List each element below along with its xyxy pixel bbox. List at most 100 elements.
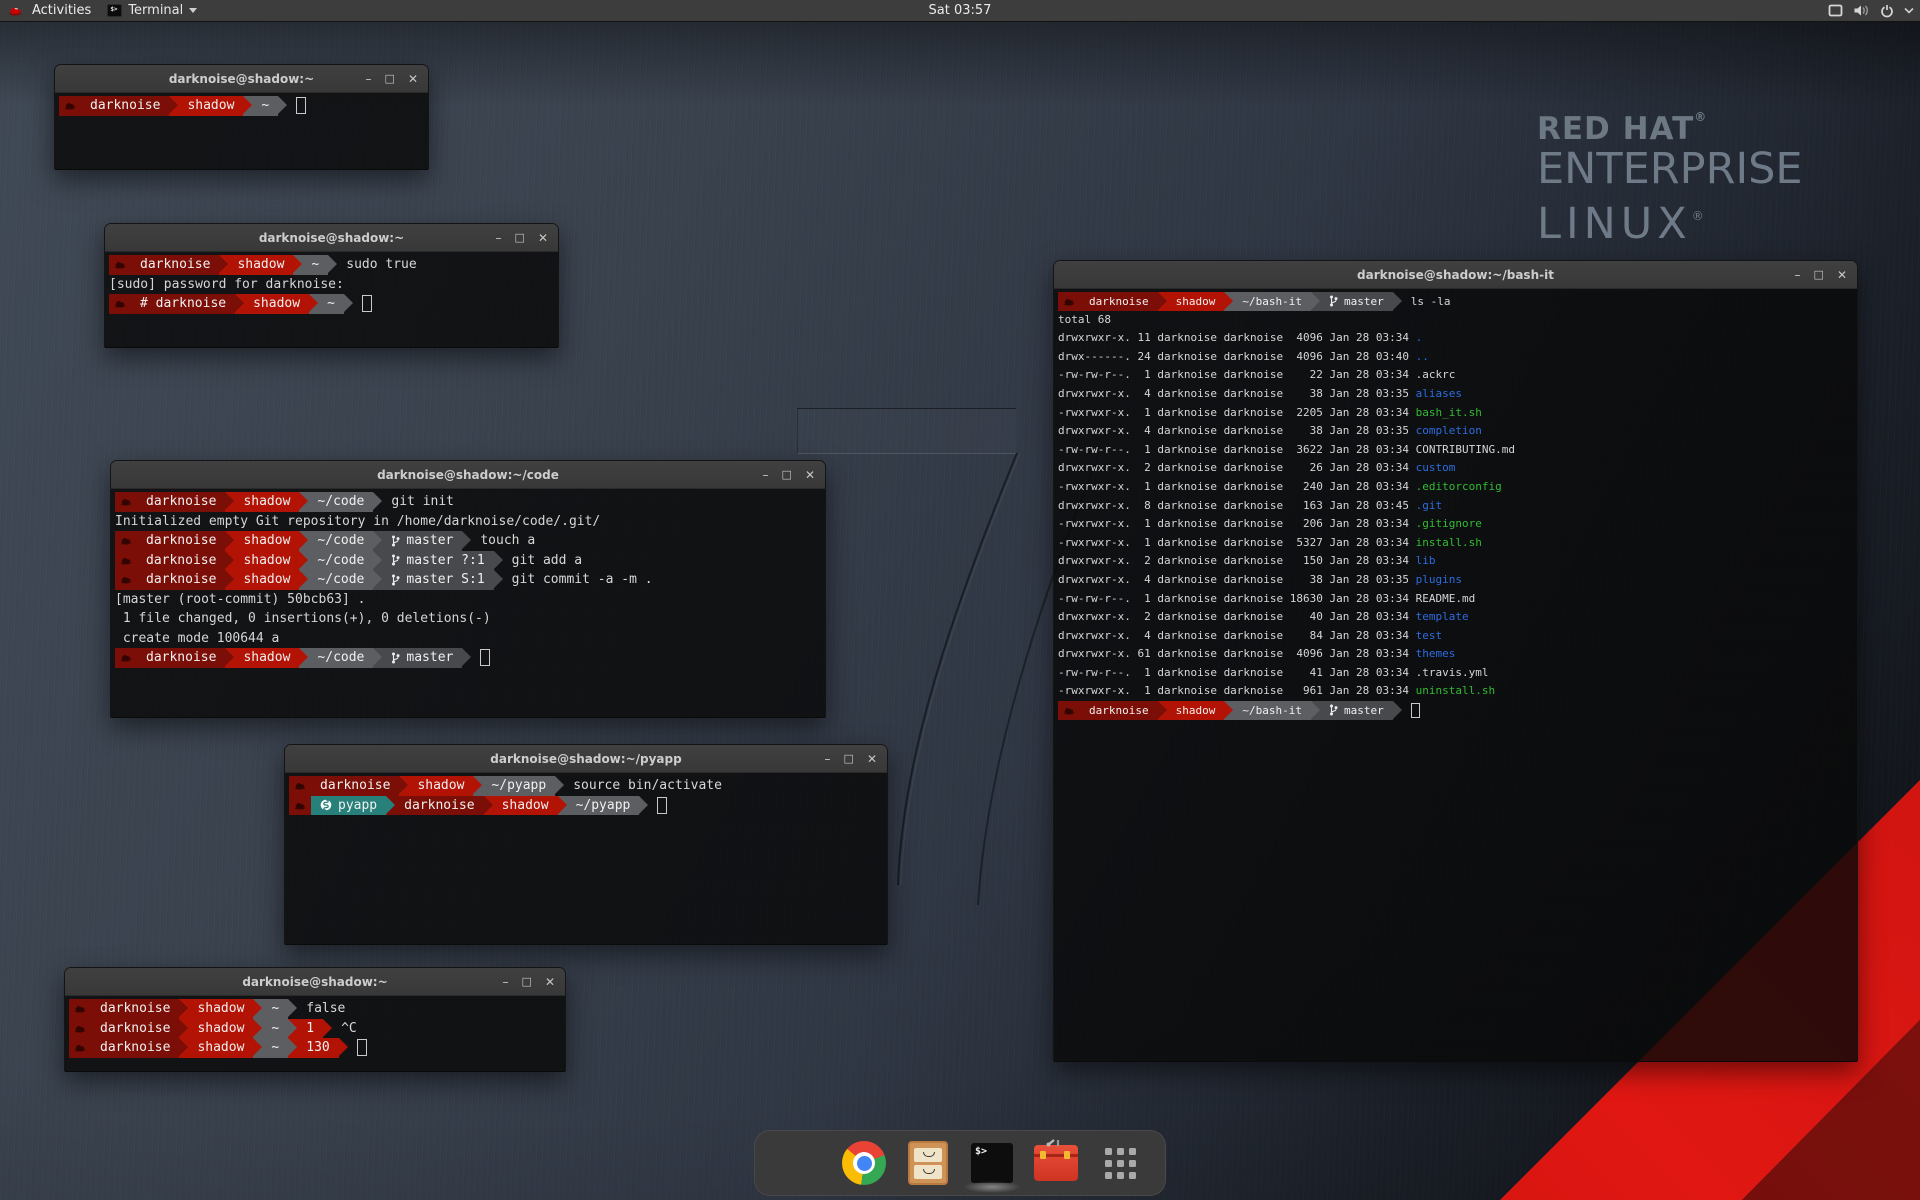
- toolbox-icon[interactable]: [1033, 1140, 1079, 1186]
- powerline-separator: [179, 1019, 188, 1039]
- prompt-segment-cwd: ~: [262, 1019, 288, 1039]
- terminal-window-2: darknoise@shadow:~–□✕darknoiseshadow~sud…: [104, 223, 559, 348]
- minimize-button[interactable]: –: [763, 469, 769, 481]
- powerline-separator: [399, 776, 408, 796]
- maximize-button[interactable]: □: [1814, 269, 1824, 281]
- maximize-button[interactable]: □: [515, 232, 525, 244]
- powerline-separator: [235, 294, 244, 314]
- close-button[interactable]: ✕: [538, 232, 548, 244]
- window-titlebar[interactable]: darknoise@shadow:~/code–□✕: [111, 461, 825, 489]
- redhat-prompt-icon: [289, 776, 311, 796]
- terminal-line: drwxrwxr-x. 4 darknoise darknoise 38 Jan…: [1058, 571, 1853, 590]
- window-titlebar[interactable]: darknoise@shadow:~–□✕: [55, 65, 428, 93]
- redhat-prompt-icon: [115, 531, 137, 551]
- close-button[interactable]: ✕: [545, 976, 555, 988]
- powerline-separator: [1224, 701, 1233, 720]
- clock[interactable]: Sat 03:57: [929, 3, 992, 18]
- terminal-line: -rw-rw-r--. 1 darknoise darknoise 41 Jan…: [1058, 664, 1853, 683]
- powerline-separator: [373, 648, 382, 668]
- terminal-line: total 68: [1058, 311, 1853, 330]
- prompt-segment-user: darknoise: [81, 96, 169, 116]
- file-manager-icon[interactable]: [905, 1140, 951, 1186]
- redhat-prompt-icon: [1058, 292, 1080, 311]
- power-icon[interactable]: [1880, 4, 1894, 18]
- terminal-line: 1 file changed, 0 insertions(+), 0 delet…: [115, 609, 821, 629]
- terminal-line: drwxrwxr-x. 2 darknoise darknoise 26 Jan…: [1058, 459, 1853, 478]
- minimize-button[interactable]: –: [496, 232, 502, 244]
- powerline-separator: [339, 1038, 348, 1058]
- prompt-segment-host: shadow: [1167, 292, 1225, 311]
- display-icon[interactable]: [1828, 4, 1843, 17]
- command-text: git add a: [512, 551, 582, 571]
- powerline-separator: [494, 551, 503, 571]
- window-titlebar[interactable]: darknoise@shadow:~/pyapp–□✕: [285, 745, 887, 773]
- prompt-segment-user: darknoise: [91, 1038, 179, 1058]
- prompt-segment-host: shadow: [234, 648, 299, 668]
- prompt-segment-host: shadow: [408, 776, 473, 796]
- app-menu-terminal[interactable]: $> Terminal: [107, 3, 197, 18]
- terminal-body[interactable]: darknoiseshadow~/bash-itmasterls -latota…: [1054, 289, 1857, 1062]
- activities-button[interactable]: Activities: [32, 3, 91, 18]
- volume-icon[interactable]: [1853, 4, 1870, 17]
- maximize-button[interactable]: □: [782, 469, 792, 481]
- terminal-line: drwxrwxr-x. 8 darknoise darknoise 163 Ja…: [1058, 497, 1853, 516]
- minimize-button[interactable]: –: [825, 753, 831, 765]
- terminal-body[interactable]: darknoiseshadow~/codegit initInitialized…: [111, 489, 825, 718]
- terminal-body[interactable]: darknoiseshadow~/pyappsource bin/activat…: [285, 773, 887, 945]
- prompt-segment-user: darknoise: [311, 776, 399, 796]
- terminal-cursor: [657, 797, 667, 814]
- terminal-cursor: [357, 1039, 367, 1056]
- prompt-segment-host: shadow: [178, 96, 243, 116]
- terminal-line: darknoiseshadow~/codegit init: [115, 492, 821, 512]
- terminal-cursor: [1411, 703, 1420, 718]
- terminal-line: drwxrwxr-x. 11 darknoise darknoise 4096 …: [1058, 329, 1853, 348]
- terminal-line: darknoiseshadow~sudo true: [109, 255, 554, 275]
- window-titlebar[interactable]: darknoise@shadow:~–□✕: [105, 224, 558, 252]
- minimize-button[interactable]: –: [1795, 269, 1801, 281]
- close-button[interactable]: ✕: [1837, 269, 1847, 281]
- powerline-separator: [639, 796, 648, 816]
- prompt-segment-host: shadow: [188, 999, 253, 1019]
- terminal-cursor: [296, 97, 306, 114]
- terminal-body[interactable]: darknoiseshadow~: [55, 93, 428, 170]
- app-grid-icon[interactable]: [1097, 1140, 1143, 1186]
- maximize-button[interactable]: □: [522, 976, 532, 988]
- command-text: false: [306, 999, 345, 1019]
- close-button[interactable]: ✕: [867, 753, 877, 765]
- terminal-line: drwxrwxr-x. 4 darknoise darknoise 38 Jan…: [1058, 422, 1853, 441]
- minimize-button[interactable]: –: [503, 976, 509, 988]
- powerline-separator: [1224, 292, 1233, 311]
- redhat-prompt-icon: [109, 255, 131, 275]
- minimize-button[interactable]: –: [366, 73, 372, 85]
- git-branch-icon: [391, 535, 400, 547]
- terminal-line: -rw-rw-r--. 1 darknoise darknoise 18630 …: [1058, 590, 1853, 609]
- prompt-segment-git: master ?:1: [382, 551, 493, 571]
- window-title: darknoise@shadow:~: [65, 975, 565, 989]
- terminal-body[interactable]: darknoiseshadow~falsedarknoiseshadow~1^C…: [65, 996, 565, 1072]
- close-button[interactable]: ✕: [805, 469, 815, 481]
- terminal-icon[interactable]: $>: [969, 1140, 1015, 1186]
- prompt-segment-host: shadow: [1167, 701, 1225, 720]
- window-titlebar[interactable]: darknoise@shadow:~– □ ✕: [65, 968, 565, 996]
- command-text: ^C: [341, 1019, 357, 1039]
- maximize-button[interactable]: □: [385, 73, 395, 85]
- prompt-segment-host: shadow: [493, 796, 558, 816]
- powerline-separator: [225, 492, 234, 512]
- firefox-icon[interactable]: [777, 1140, 823, 1186]
- prompt-segment-user: darknoise: [1080, 292, 1158, 311]
- chrome-icon[interactable]: [841, 1140, 887, 1186]
- window-titlebar[interactable]: darknoise@shadow:~/bash-it–□✕: [1054, 261, 1857, 289]
- chevron-down-icon[interactable]: [1904, 7, 1914, 14]
- prompt-segment-cwd: ~: [262, 1038, 288, 1058]
- terminal-line: drwxrwxr-x. 2 darknoise darknoise 40 Jan…: [1058, 608, 1853, 627]
- terminal-line: drwxrwxr-x. 4 darknoise darknoise 84 Jan…: [1058, 627, 1853, 646]
- terminal-window-6: darknoise@shadow:~/bash-it–□✕darknoisesh…: [1053, 260, 1858, 1062]
- terminal-body[interactable]: darknoiseshadow~sudo true[sudo] password…: [105, 252, 558, 348]
- maximize-button[interactable]: □: [844, 753, 854, 765]
- prompt-segment-user: darknoise: [137, 648, 225, 668]
- terminal-line: -rwxrwxr-x. 1 darknoise darknoise 961 Ja…: [1058, 682, 1853, 701]
- prompt-segment-cwd: ~/code: [308, 570, 373, 590]
- close-button[interactable]: ✕: [408, 73, 418, 85]
- prompt-segment-venv: pyapp: [311, 796, 386, 816]
- powerline-separator: [299, 551, 308, 571]
